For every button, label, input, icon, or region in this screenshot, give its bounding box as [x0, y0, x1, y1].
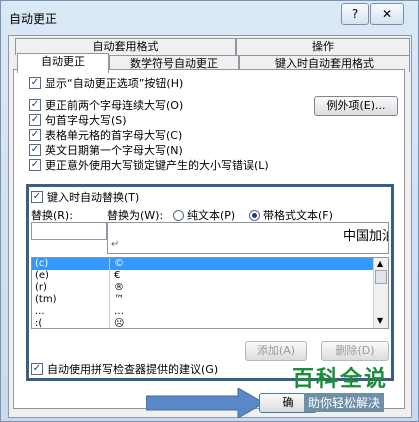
- table-row[interactable]: ... …: [32, 306, 374, 318]
- option-label: 句首字母大写(S): [45, 114, 127, 127]
- option-label: 键入时自动替换(T): [47, 191, 140, 204]
- replacement-list[interactable]: (c) © (e) € (r) ® (tm) ™ ... … :( ☹ ▲ ▼: [31, 257, 389, 329]
- list-scrollbar[interactable]: ▲ ▼: [373, 258, 388, 328]
- replace-input[interactable]: [31, 222, 107, 240]
- capitalize-sentence-option[interactable]: ✓ 句首字母大写(S): [29, 112, 127, 128]
- checkbox-checked-icon[interactable]: ✓: [29, 129, 41, 141]
- tab-label: 自动套用格式: [92, 40, 159, 53]
- table-row[interactable]: :( ☹: [32, 318, 374, 329]
- table-row[interactable]: (c) ©: [32, 258, 374, 270]
- title-bar: 自动更正 ? ✕: [1, 1, 418, 35]
- tab-label: 操作: [312, 40, 334, 53]
- replace-as-you-type-option[interactable]: ✓ 键入时自动替换(T): [31, 189, 139, 205]
- close-button[interactable]: ✕: [370, 3, 404, 25]
- help-button[interactable]: ?: [341, 3, 369, 25]
- checkbox-checked-icon[interactable]: ✓: [29, 114, 41, 126]
- scroll-up-icon[interactable]: ▲: [377, 259, 383, 268]
- capitalize-days-option[interactable]: ✓ 英文日期第一个字母大写(N): [29, 142, 183, 158]
- option-label: 自动使用拼写检查器提供的建议(G): [47, 363, 219, 376]
- row-key: (tm): [32, 294, 110, 306]
- option-label: 表格单元格的首字母大写(C): [45, 129, 183, 142]
- row-key: (c): [32, 258, 110, 270]
- checkbox-checked-icon[interactable]: ✓: [31, 191, 43, 203]
- close-icon: ✕: [381, 7, 393, 21]
- spelling-suggestions-option[interactable]: ✓ 自动使用拼写检查器提供的建议(G): [31, 361, 218, 377]
- radio-label: 带格式文本(F): [263, 209, 333, 222]
- row-value: €: [114, 270, 121, 281]
- checkbox-checked-icon[interactable]: ✓: [29, 77, 41, 89]
- option-label: 英文日期第一个字母大写(N): [45, 144, 183, 157]
- table-row[interactable]: (e) €: [32, 270, 374, 282]
- replace-with-label: 替换为(W):: [107, 209, 164, 222]
- row-key: (e): [32, 270, 110, 282]
- row-key: :(: [32, 318, 110, 328]
- formatted-text-radio[interactable]: 带格式文本(F): [249, 207, 333, 223]
- exceptions-button[interactable]: 例外项(E)...: [314, 96, 398, 116]
- radio-label: 纯文本(P): [187, 209, 236, 222]
- row-value: ☹: [114, 318, 125, 329]
- checkbox-checked-icon[interactable]: ✓: [31, 363, 43, 375]
- pointer-arrow-icon: [146, 388, 266, 418]
- table-row[interactable]: (tm) ™: [32, 294, 374, 306]
- replace-with-input[interactable]: 中国加油 ↵: [107, 222, 389, 254]
- capitalize-cells-option[interactable]: ✓ 表格单元格的首字母大写(C): [29, 127, 182, 143]
- checkbox-checked-icon[interactable]: ✓: [29, 159, 41, 171]
- option-label: 显示“自动更正选项”按钮(H): [45, 77, 184, 90]
- radio-selected-icon[interactable]: [249, 210, 260, 221]
- tab-label: 自动更正: [41, 55, 85, 68]
- two-initials-option[interactable]: ✓ 更正前两个字母连续大写(O): [29, 97, 183, 113]
- row-key: (r): [32, 282, 110, 294]
- paragraph-mark-icon: ↵: [111, 239, 120, 250]
- table-row[interactable]: (r) ®: [32, 282, 374, 294]
- replace-with-value: 中国加油: [343, 229, 388, 244]
- dialog-title: 自动更正: [9, 12, 58, 26]
- scroll-thumb[interactable]: [375, 270, 387, 284]
- tab-actions[interactable]: 操作: [236, 38, 410, 55]
- row-value: …: [114, 306, 124, 317]
- row-value: ™: [114, 294, 124, 305]
- row-key: ...: [32, 306, 110, 318]
- tab-autocorrect[interactable]: 自动更正: [17, 53, 109, 73]
- watermark-sub: 助你轻松解决: [304, 393, 385, 412]
- option-label: 更正前两个字母连续大写(O): [45, 99, 184, 112]
- checkbox-checked-icon[interactable]: ✓: [29, 144, 41, 156]
- watermark-main: 百科全说: [292, 367, 389, 392]
- checkbox-checked-icon[interactable]: ✓: [29, 99, 41, 111]
- show-buttons-option[interactable]: ✓ 显示“自动更正选项”按钮(H): [29, 75, 183, 91]
- autocorrect-dialog: 自动更正 ? ✕ 自动套用格式 操作 自动更正 数学符号自动更正 键入时自动套用…: [0, 0, 419, 422]
- row-value: ®: [114, 282, 124, 293]
- plain-text-radio[interactable]: 纯文本(P): [173, 207, 235, 223]
- option-label: 更正意外使用大写锁定键产生的大小写错误(L): [45, 159, 269, 172]
- delete-button[interactable]: 删除(D): [321, 341, 389, 361]
- row-value: ©: [114, 258, 124, 269]
- watermark-logo: 百科全说 助你轻松解决: [284, 361, 414, 417]
- radio-unselected-icon[interactable]: [173, 210, 184, 221]
- replace-label: 替换(R):: [31, 209, 73, 222]
- help-icon: ?: [351, 7, 359, 21]
- caps-lock-option[interactable]: ✓ 更正意外使用大写锁定键产生的大小写错误(L): [29, 157, 269, 173]
- scroll-down-icon[interactable]: ▼: [377, 316, 383, 325]
- add-button[interactable]: 添加(A): [245, 341, 307, 361]
